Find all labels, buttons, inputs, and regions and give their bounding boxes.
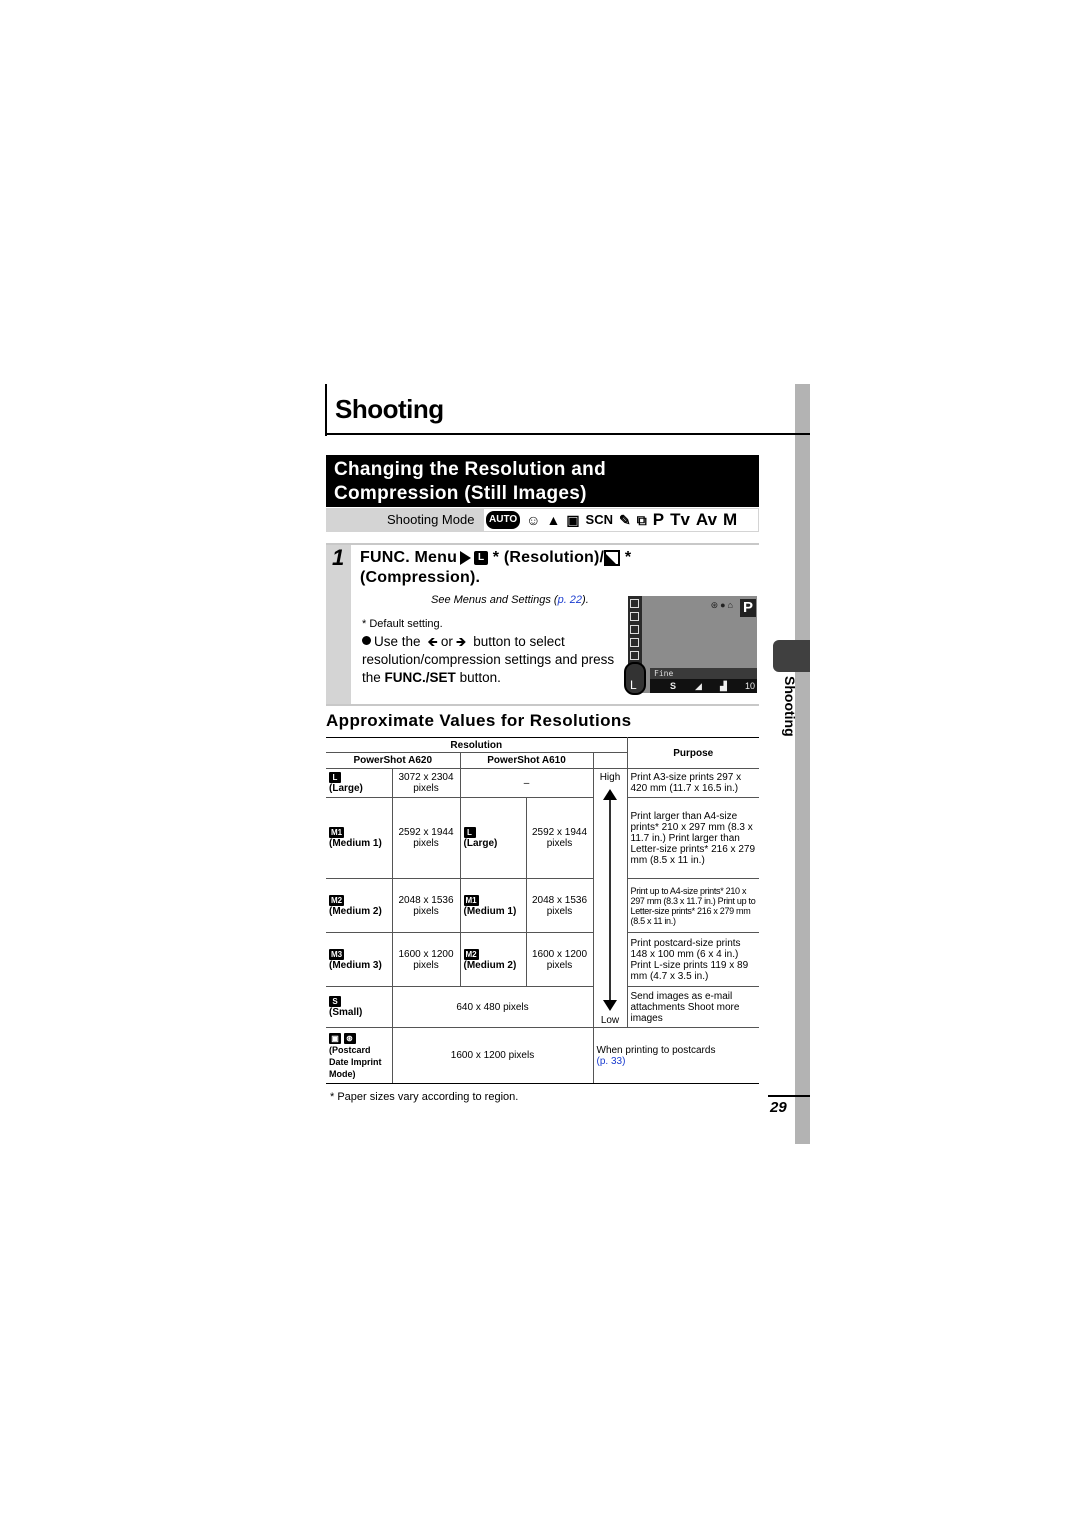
shooting-mode-label: Shooting Mode: [387, 512, 475, 527]
scn-mode-icon: SCN: [585, 512, 613, 527]
chapter-title: Shooting: [335, 394, 444, 424]
see-menus-reference: See Menus and Settings (p. 22).: [431, 594, 589, 606]
table-row: M3 (Medium 3) 1600 x 1200 pixels M2 (Medium…: [326, 932, 759, 987]
side-index-tab[interactable]: [773, 640, 810, 672]
resolutions-heading: Approximate Values for Resolutions: [326, 711, 632, 730]
compression-fine-icon: [604, 550, 621, 566]
lcd-superfine-icon: S: [670, 681, 677, 691]
header-a610: PowerShot A610: [459, 752, 594, 769]
resolutions-table: Resolution Purpose PowerShot A620 PowerS…: [326, 737, 759, 1084]
step-number: 1: [332, 545, 345, 570]
bullet-icon: [362, 636, 371, 645]
table-row: M2 (Medium 2) 2048 x 1536 pixels M1 (Medium…: [326, 878, 759, 933]
resolution-small-icon: S: [329, 996, 341, 1007]
lcd-selected-resolution: L: [624, 662, 646, 695]
page-33-link[interactable]: (p. 33): [597, 1056, 626, 1067]
resolution-medium2-icon: M2: [329, 894, 345, 906]
paper-size-footnote: * Paper sizes vary according to region.: [330, 1091, 519, 1103]
page-number-rule: [768, 1095, 810, 1097]
lcd-mode-icon: P: [740, 599, 756, 617]
resolution-large-icon: L: [474, 551, 489, 565]
resolution-medium1-icon: M1: [329, 827, 345, 838]
page-number: 29: [770, 1099, 787, 1116]
postcard-mode-icon: ▣: [329, 1032, 341, 1044]
high-low-arrow-line: [609, 791, 611, 1003]
side-index-label: Shooting: [782, 676, 798, 737]
side-index-bar: [795, 384, 810, 1144]
shooting-mode-icons: AUTO ☺ ▲ ▣ SCN ✎ ⧉ P Tv Av M: [484, 509, 758, 531]
night-scene-mode-icon: ▣: [566, 512, 580, 528]
default-setting-note: * Default setting.: [362, 618, 443, 630]
resolution-large-icon: L: [463, 827, 476, 838]
header-a620: PowerShot A620: [326, 752, 461, 769]
movie-mode-icon: ⧉: [636, 512, 647, 528]
step-bottom-rule: [326, 704, 759, 706]
shooting-mode-bar: Shooting Mode AUTO ☺ ▲ ▣ SCN ✎ ⧉ P Tv Av…: [326, 508, 759, 532]
arrow-right-icon: [460, 551, 472, 565]
lcd-shots-remaining: 10: [744, 681, 755, 691]
resolution-medium3-icon: M3: [329, 948, 345, 960]
stitch-assist-icon: ✎: [619, 512, 631, 528]
table-row: L (Large) 3072 x 2304 pixels – High Print …: [326, 768, 759, 798]
lcd-compression-label: Fine: [650, 668, 757, 679]
right-arrow-button-icon: 🡺: [455, 634, 467, 649]
step-top-rule: [326, 543, 759, 545]
lcd-screen-illustration: ⊛●⌂ P Fine S ◢ ▟ 10 L: [624, 596, 757, 695]
lcd-normal-icon: ▟: [720, 681, 727, 691]
chapter-rule-vertical: [325, 384, 327, 436]
step-instruction: Use the 🡸 or 🡺 button to select resolution…: [362, 634, 615, 685]
av-mode-icon: Av: [695, 510, 718, 529]
left-arrow-button-icon: 🡸: [427, 634, 438, 649]
m-mode-icon: M: [723, 510, 738, 529]
header-resolution: Resolution: [326, 737, 628, 753]
table-row: M1 (Medium 1) 2592 x 1944 pixels L (Large) …: [326, 797, 759, 879]
resolution-large-icon: L: [329, 772, 341, 783]
auto-mode-icon: AUTO: [486, 511, 521, 529]
header-purpose: Purpose: [626, 737, 759, 769]
landscape-mode-icon: ▲: [546, 512, 561, 528]
date-imprint-icon: ⊛: [343, 1032, 356, 1044]
chapter-rule-horizontal: [325, 433, 810, 435]
table-row: ▣ ⊛ (Postcard Date Imprint Mode) 1600 x …: [326, 1027, 759, 1084]
resolution-medium1-icon: M1: [463, 894, 479, 906]
arrow-down-icon: [603, 1000, 617, 1011]
portrait-mode-icon: ☺: [526, 512, 541, 528]
table-row: S (Small) 640 x 480 pixels Low Send image…: [326, 986, 759, 1028]
step-title: FUNC. Menu L * (Resolution)/ * (Compressi…: [360, 549, 632, 587]
lcd-option-strip: S ◢ ▟ 10: [650, 679, 757, 693]
resolution-medium2-icon: M2: [463, 948, 479, 960]
arrow-up-icon: [603, 789, 617, 800]
p-mode-icon: P: [652, 510, 665, 529]
page-22-link[interactable]: p. 22: [558, 594, 582, 606]
lcd-status-icons: ⊛●⌂: [710, 600, 735, 610]
lcd-fine-icon: ◢: [695, 681, 702, 691]
lcd-menu-icons: [628, 596, 642, 666]
tv-mode-icon: Tv: [670, 510, 690, 529]
section-title: Changing the Resolution and Compression …: [334, 459, 606, 504]
section-banner: Changing the Resolution and Compression …: [326, 455, 759, 507]
